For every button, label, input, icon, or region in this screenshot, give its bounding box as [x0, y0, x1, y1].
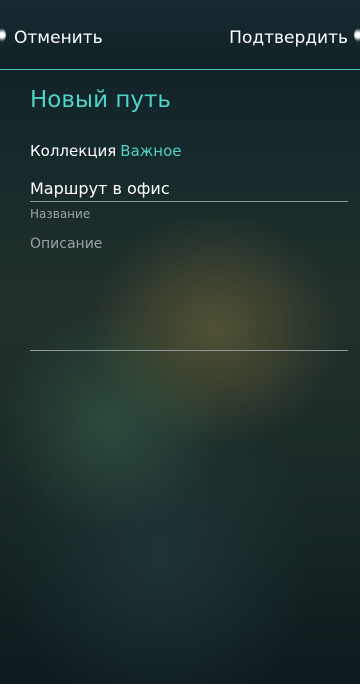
accept-button[interactable]: Подтвердить	[229, 28, 348, 48]
dialog-header: Отменить Подтвердить	[0, 0, 360, 69]
name-field: Название	[30, 178, 348, 222]
collection-value: Важное	[120, 142, 182, 160]
collection-selector[interactable]: Коллекция Важное	[30, 141, 182, 161]
name-input[interactable]	[30, 178, 348, 200]
left-edge-indicator	[0, 28, 6, 42]
right-edge-indicator	[354, 28, 360, 42]
name-label: Название	[30, 207, 91, 221]
description-field	[30, 234, 348, 351]
page-title: Новый путь	[30, 87, 171, 113]
new-route-dialog: Отменить Подтвердить Новый путь Коллекци…	[0, 0, 360, 684]
cancel-button[interactable]: Отменить	[14, 28, 103, 48]
header-divider	[0, 69, 360, 70]
description-underline	[30, 350, 348, 351]
collection-label: Коллекция	[30, 142, 117, 160]
description-input[interactable]	[30, 234, 348, 342]
name-underline	[30, 201, 348, 202]
